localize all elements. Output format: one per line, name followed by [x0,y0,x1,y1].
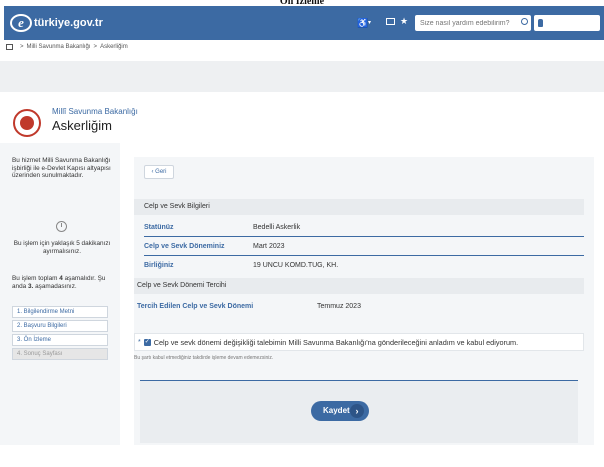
preference-label: Tercih Edilen Celp ve Sevk Dönemi [137,303,254,310]
steps-info-text: aşamadasınız. [33,283,77,290]
top-header: e türkiye.gov.tr ♿ ▾ ★ [4,6,604,40]
info-row: Celp ve Sevk Döneminiz Mart 2023 [144,237,584,256]
consent-label[interactable]: Celp ve sevk dönemi değişikliği talebimi… [154,338,518,347]
save-button[interactable]: Kaydet › [311,401,369,421]
grey-band [0,61,604,92]
duration-text: Bu işlem için yaklaşık 5 dakikanızı ayır… [13,240,111,255]
home-icon[interactable] [6,44,13,50]
steps-list: 1. Bilgilendirme Metni 2. Başvuru Bilgil… [12,306,108,362]
save-button-label: Kaydet [323,406,350,415]
info-label: Celp ve Sevk Döneminiz [144,242,225,250]
step-item[interactable]: 1. Bilgilendirme Metni [12,306,108,318]
service-description: Bu hizmet Milli Savunma Bakanlığı işbirl… [12,157,111,179]
info-value: Bedelli Askerlik [253,223,301,231]
info-value: 19 UNCU KOMD.TUG, KH. [253,262,339,269]
search-box [415,15,531,31]
consent-checkbox[interactable]: ✓ [143,338,151,346]
search-input[interactable] [420,17,520,29]
accessibility-icon[interactable]: ♿ [357,18,368,29]
consent-note: Bu şartı kabul etmediğiniz takdirde işle… [134,355,274,361]
chevron-left-icon: ‹ [151,169,154,175]
info-row: Birliğiniz 19 UNCU KOMD.TUG, KH. [144,256,584,275]
emblem-center [20,116,34,130]
logo-text: türkiye.gov.tr [34,17,103,29]
back-button[interactable]: ‹ Geri [144,165,174,179]
id-card-icon[interactable] [386,18,395,25]
breadcrumb-item[interactable]: Milli Savunma Bakanlığı [27,44,91,50]
user-icon [538,19,543,27]
sidebar: Bu hizmet Milli Savunma Bakanlığı işbirl… [0,143,120,445]
required-mark: * [138,338,141,346]
form-footer: Kaydet › [140,380,578,443]
institution-header: Millî Savunma Bakanlığı Askerliğim [0,100,604,144]
user-menu[interactable] [534,15,600,31]
step-item[interactable]: 2. Başvuru Bilgileri [12,320,108,332]
chevron-down-icon[interactable]: ▾ [368,19,371,26]
section-title-celp: Celp ve Sevk Bilgileri [134,199,584,215]
breadcrumb: > Milli Savunma Bakanlığı > Askerliğim [6,44,128,50]
steps-info-text: Bu işlem toplam [12,275,60,282]
steps-info: Bu işlem toplam 4 aşamalıdır. Şu anda 3.… [12,275,117,291]
step-item-disabled: 4. Sonuç Sayfası [12,348,108,360]
site-logo[interactable]: e türkiye.gov.tr [10,14,103,32]
arrow-right-icon: › [350,404,364,418]
breadcrumb-separator: > [93,44,98,50]
preference-value: Temmuz 2023 [317,303,361,310]
form-panel: ‹ Geri Celp ve Sevk Bilgileri Statünüz B… [134,157,594,445]
back-button-label: Geri [155,169,167,175]
consent-row: * ✓ Celp ve sevk dönemi değişikliği tale… [134,333,584,351]
info-value: Mart 2023 [253,242,285,250]
institution-emblem [13,109,41,137]
info-label: Birliğiniz [144,262,174,269]
step-item-current[interactable]: 3. Ön İzleme [12,334,108,346]
preference-row: Tercih Edilen Celp ve Sevk Dönemi Temmuz… [137,297,577,316]
search-icon[interactable] [521,18,528,25]
section-title-tercih: Celp ve Sevk Dönemi Tercihi [134,278,584,294]
main-content: ‹ Geri Celp ve Sevk Bilgileri Statünüz B… [120,143,604,445]
info-label: Statünüz [144,223,174,231]
star-icon[interactable]: ★ [400,16,408,27]
service-title: Askerliğim [52,118,112,133]
breadcrumb-item: Askerliğim [100,44,128,50]
info-row: Statünüz Bedelli Askerlik [144,218,584,237]
institution-name[interactable]: Millî Savunma Bakanlığı [52,107,138,116]
logo-mark: e [10,14,32,32]
breadcrumb-separator: > [20,44,24,50]
clock-icon [56,221,67,232]
